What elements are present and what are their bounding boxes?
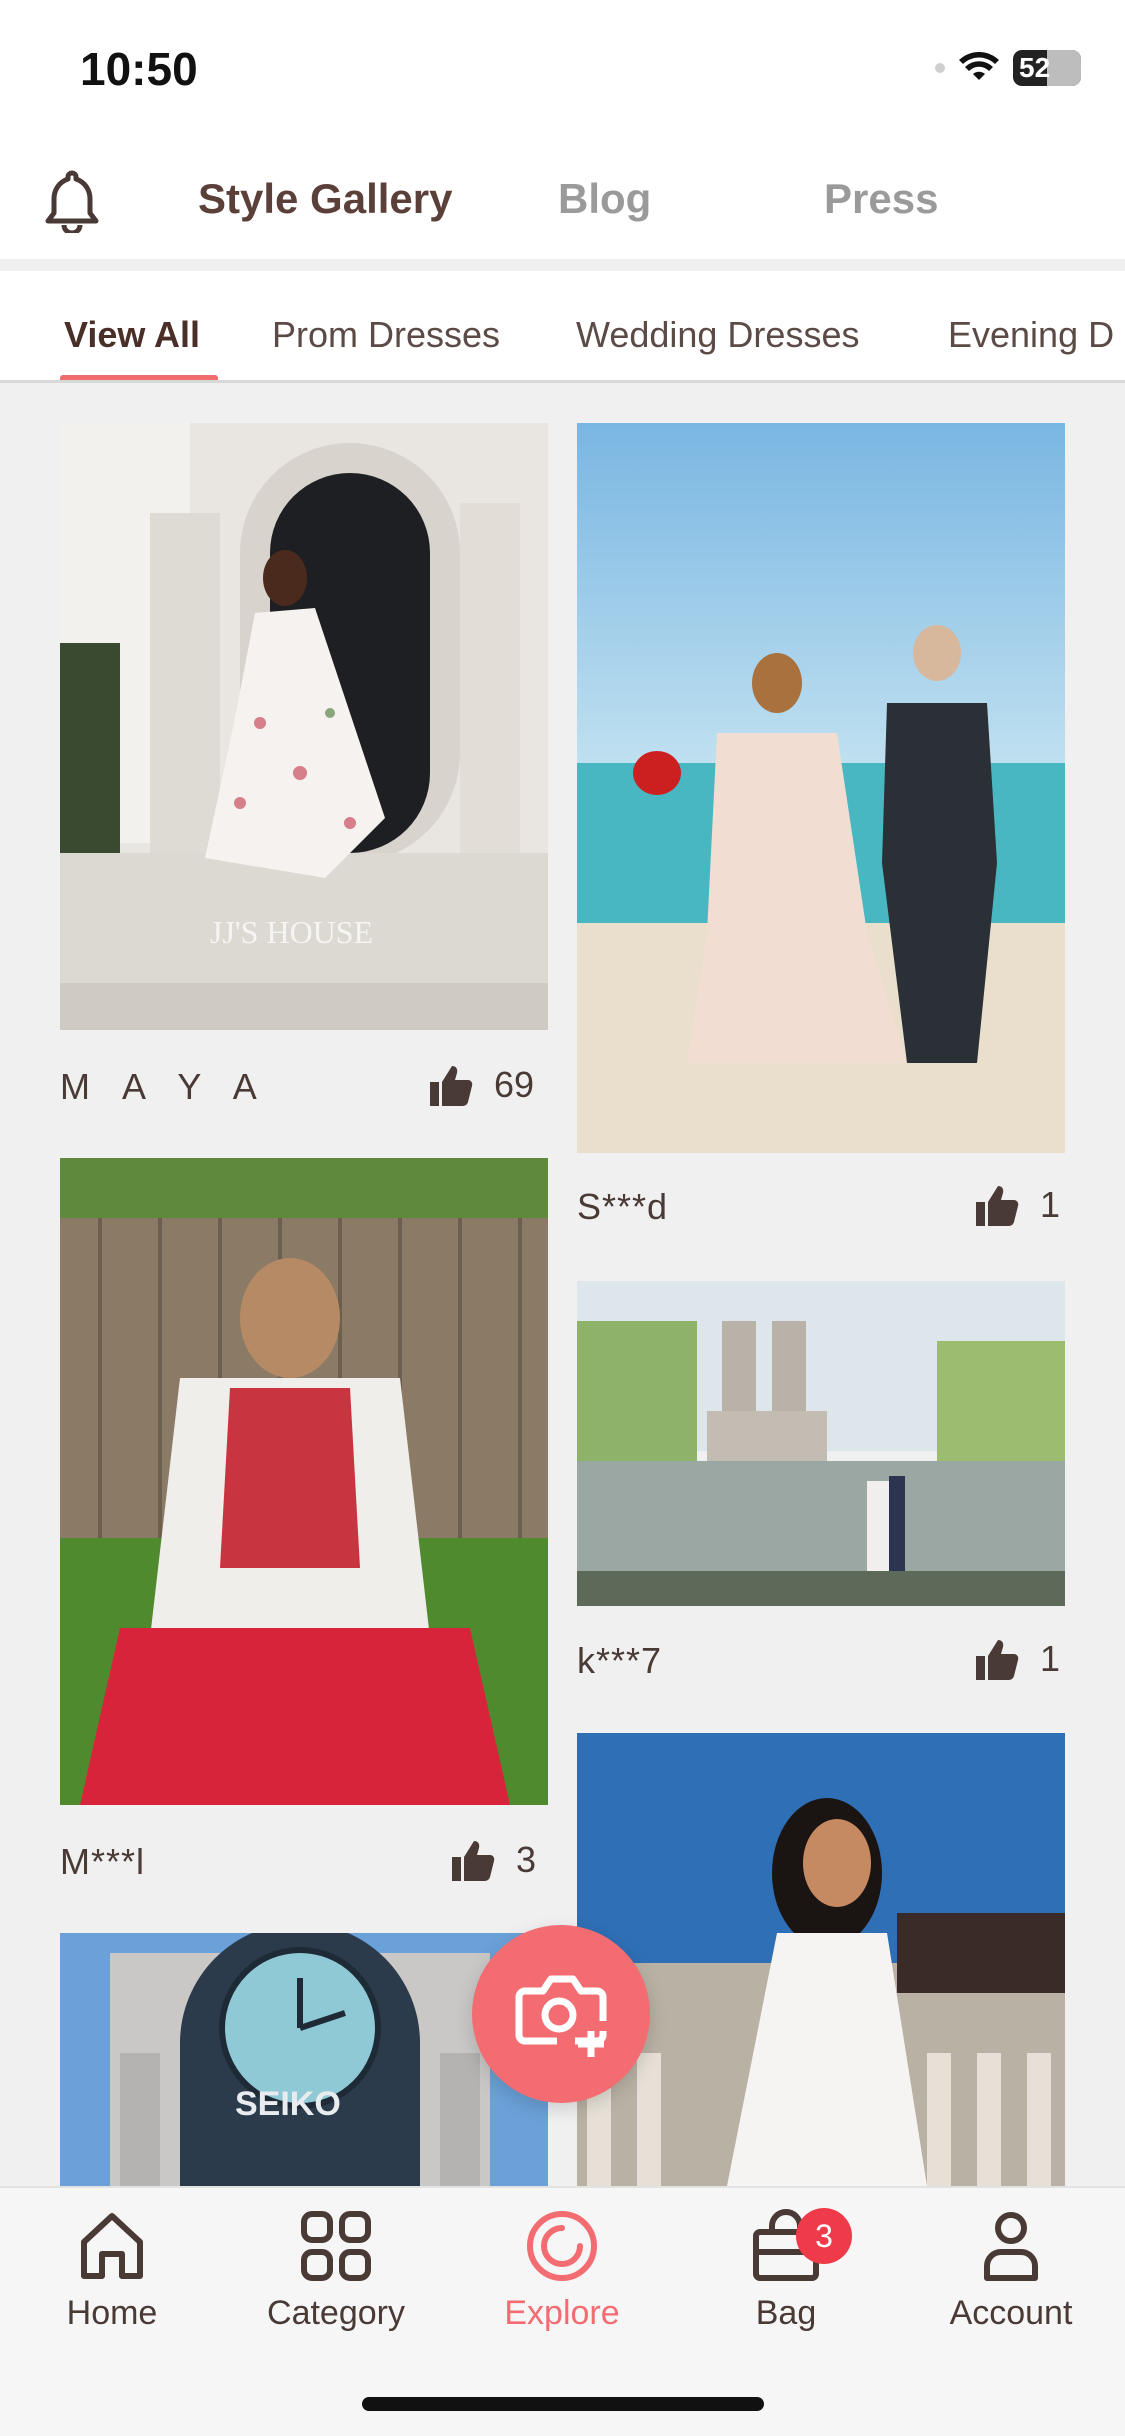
- thumbs-up-icon: [976, 1640, 1019, 1680]
- like-button[interactable]: 69: [426, 1060, 534, 1110]
- like-button[interactable]: 1: [972, 1180, 1060, 1230]
- home-indicator: [362, 2397, 764, 2411]
- gallery-photo-beach-couple[interactable]: [577, 423, 1065, 1153]
- status-icons: 52: [935, 48, 1081, 88]
- battery-level: 52: [1019, 52, 1051, 83]
- like-count: 69: [494, 1064, 535, 1105]
- like-count: 3: [516, 1839, 537, 1880]
- like-button[interactable]: 3: [448, 1835, 536, 1885]
- nav-bag-label: Bag: [755, 2294, 817, 2332]
- grid-icon: [301, 2211, 371, 2281]
- tab-style-gallery[interactable]: Style Gallery: [198, 175, 452, 223]
- person-icon: [984, 2212, 1038, 2281]
- like-count: 1: [1040, 1184, 1061, 1225]
- card-author: M***l: [60, 1841, 146, 1882]
- gallery-photo-maya[interactable]: JJ'S HOUSE: [60, 423, 548, 1030]
- gallery-photo-lake[interactable]: [577, 1281, 1065, 1606]
- tab-press[interactable]: Press: [824, 175, 938, 223]
- thumbs-up-icon: [452, 1841, 495, 1881]
- home-icon: [81, 2213, 143, 2279]
- battery-icon: 52: [1013, 50, 1081, 86]
- status-time: 10:50: [80, 43, 198, 95]
- thumbs-up-icon: [976, 1186, 1019, 1226]
- camera-plus-icon: [515, 1975, 607, 2057]
- like-button[interactable]: 1: [972, 1634, 1060, 1684]
- nav-bag[interactable]: 3 Bag: [686, 2208, 886, 2333]
- card-author: S***d: [577, 1186, 669, 1227]
- gallery-photo-garden[interactable]: [60, 1158, 548, 1805]
- bag-count-badge: 3: [796, 2208, 852, 2264]
- gallery-photo-clock[interactable]: SEIKO: [60, 1933, 548, 2186]
- card-author: k***7: [577, 1640, 663, 1681]
- subtab-wedding-dresses[interactable]: Wedding Dresses: [576, 314, 859, 356]
- like-count: 1: [1040, 1638, 1061, 1679]
- signal-dot-icon: [935, 63, 945, 73]
- clock-brand: SEIKO: [235, 2085, 341, 2123]
- subtab-evening-dresses[interactable]: Evening D: [948, 314, 1114, 356]
- category-tabs: View All Prom Dresses Wedding Dresses Ev…: [0, 271, 1125, 383]
- nav-account[interactable]: Account: [911, 2208, 1111, 2333]
- wifi-icon: [959, 52, 999, 80]
- subtab-view-all[interactable]: View All: [64, 314, 200, 356]
- active-tab-underline: [60, 375, 218, 380]
- camera-upload-button[interactable]: [472, 1925, 650, 2103]
- card-author: M A Y A: [60, 1066, 269, 1107]
- bell-icon[interactable]: [44, 167, 100, 233]
- nav-category-label: Category: [267, 2294, 405, 2332]
- subtab-prom-dresses[interactable]: Prom Dresses: [272, 314, 500, 356]
- nav-home[interactable]: Home: [12, 2208, 212, 2333]
- nav-explore-label: Explore: [504, 2294, 620, 2332]
- tab-blog[interactable]: Blog: [558, 175, 651, 223]
- thumbs-up-icon: [430, 1066, 473, 1106]
- gallery-photo-bride[interactable]: [577, 1733, 1065, 2186]
- nav-home-label: Home: [66, 2294, 158, 2332]
- photo-watermark: JJ'S HOUSE: [210, 914, 373, 950]
- nav-explore[interactable]: Explore: [462, 2208, 662, 2333]
- top-nav: Style Gallery Blog Press: [0, 135, 1125, 265]
- nav-category[interactable]: Category: [236, 2208, 436, 2333]
- status-bar: 10:50 52: [0, 0, 1125, 135]
- explore-icon: [527, 2211, 597, 2281]
- nav-account-label: Account: [949, 2294, 1073, 2332]
